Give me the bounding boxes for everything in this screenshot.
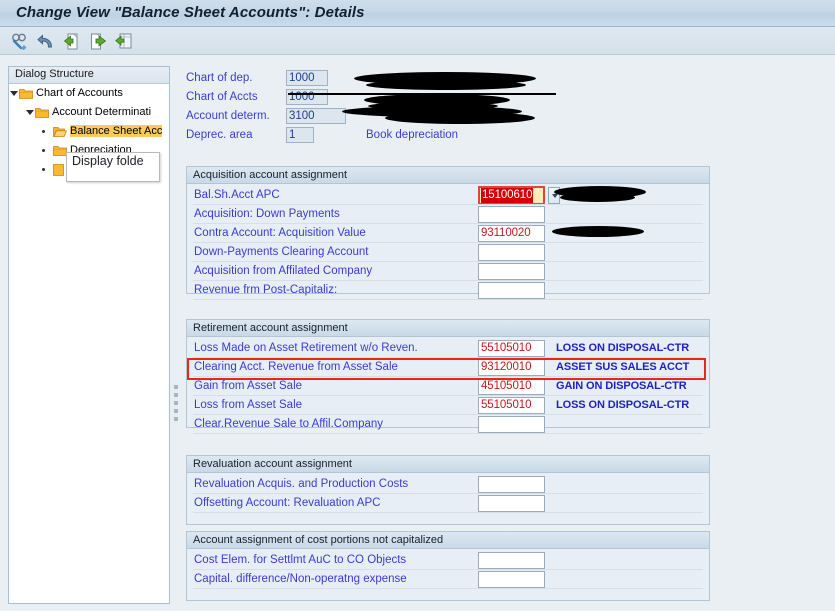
field-input[interactable] bbox=[478, 206, 545, 223]
header-field-label: Deprec. area bbox=[186, 129, 253, 141]
header-field-value[interactable]: 1000 bbox=[286, 70, 328, 86]
sidebar-item-account-determinati[interactable]: Account Determinati bbox=[9, 104, 169, 123]
group-box: Retirement account assignment Loss Made o… bbox=[186, 319, 710, 434]
redaction-mark bbox=[385, 112, 535, 124]
page-title: Change View "Balance Sheet Accounts": De… bbox=[16, 4, 365, 21]
folder-icon bbox=[35, 107, 49, 118]
folder-icon bbox=[19, 88, 33, 99]
sidebar-item-chart-of-accounts[interactable]: Chart of Accounts bbox=[9, 85, 169, 104]
field-input[interactable] bbox=[478, 282, 545, 299]
field-row: Revaluation Acquis. and Production Costs bbox=[187, 475, 709, 494]
chevron-down-icon[interactable] bbox=[10, 91, 18, 96]
bullet-icon bbox=[42, 168, 45, 171]
field-input[interactable] bbox=[478, 244, 545, 261]
group-box: Account assignment of cost portions not … bbox=[186, 531, 710, 601]
folder-icon bbox=[53, 145, 67, 156]
copy-as-icon[interactable] bbox=[113, 31, 135, 52]
header-field-value[interactable]: 3100 bbox=[286, 108, 346, 124]
field-label: Loss from Asset Sale bbox=[194, 399, 303, 411]
group-title: Retirement account assignment bbox=[187, 320, 709, 337]
field-label: Down-Payments Clearing Account bbox=[194, 246, 369, 258]
field-row: Loss Made on Asset Retirement w/o Reven.… bbox=[187, 339, 709, 358]
field-input[interactable]: 93120010 bbox=[478, 359, 545, 376]
chevron-down-icon[interactable] bbox=[26, 110, 34, 115]
field-row: Offsetting Account: Revaluation APC bbox=[187, 494, 709, 513]
field-label: Gain from Asset Sale bbox=[194, 380, 303, 392]
field-row: Acquisition from Affilated Company bbox=[187, 262, 709, 281]
field-label: Contra Account: Acquisition Value bbox=[194, 227, 366, 239]
field-input[interactable]: 55105010 bbox=[478, 397, 545, 414]
field-input[interactable] bbox=[478, 263, 545, 280]
field-row: Gain from Asset Sale 45105010 GAIN ON DISP… bbox=[187, 377, 709, 396]
field-row: Loss from Asset Sale 55105010 LOSS ON DISP… bbox=[187, 396, 709, 415]
redaction-mark bbox=[560, 193, 635, 202]
field-label: Cost Elem. for Settlmt AuC to CO Objects bbox=[194, 554, 407, 566]
field-row: Down-Payments Clearing Account bbox=[187, 243, 709, 262]
field-row: Revenue frm Post-Capitaliz: bbox=[187, 281, 709, 300]
group-box: Revaluation account assignment Revaluatio… bbox=[186, 455, 710, 525]
bullet-icon bbox=[42, 130, 45, 133]
header-field-row: Deprec. area 1 Book depreciation bbox=[186, 127, 526, 146]
redaction-mark bbox=[366, 80, 526, 90]
field-label: Clear.Revenue Sale to Affil.Company bbox=[194, 418, 384, 430]
header-field-label: Chart of Accts bbox=[186, 91, 258, 103]
field-label: Offsetting Account: Revaluation APC bbox=[194, 497, 381, 509]
sidebar-item-label: Balance Sheet Acc bbox=[70, 125, 163, 137]
field-input[interactable]: 93110020 bbox=[478, 225, 545, 242]
selected-text: 15100610 bbox=[481, 188, 534, 203]
field-label: Acquisition from Affilated Company bbox=[194, 265, 373, 277]
field-input[interactable] bbox=[478, 495, 545, 512]
redaction-mark bbox=[552, 226, 644, 237]
field-input[interactable] bbox=[478, 571, 545, 588]
check-entries-icon[interactable] bbox=[9, 31, 31, 52]
field-input[interactable] bbox=[478, 476, 545, 493]
field-row: Cost Elem. for Settlmt AuC to CO Objects bbox=[187, 551, 709, 570]
field-row: Clearing Acct. Revenue from Asset Sale 93… bbox=[187, 358, 709, 380]
group-title: Account assignment of cost portions not … bbox=[187, 532, 709, 549]
header-field-label: Account determ. bbox=[186, 110, 270, 122]
dialog-structure-header: Dialog Structure bbox=[9, 67, 169, 84]
header-field-label: Chart of dep. bbox=[186, 72, 253, 84]
field-input[interactable]: 15100610 bbox=[478, 186, 545, 205]
header-field-value[interactable]: 1000 bbox=[286, 89, 328, 105]
field-input[interactable]: 45105010 bbox=[478, 378, 545, 395]
header-field-note: Book depreciation bbox=[366, 129, 459, 141]
sidebar-item-label: Chart of Accounts bbox=[36, 87, 123, 99]
field-label: Clearing Acct. Revenue from Asset Sale bbox=[194, 361, 398, 373]
folder-icon bbox=[53, 164, 67, 176]
dialog-structure-panel: Dialog Structure Chart of Accounts Accoun… bbox=[8, 66, 170, 604]
field-description: LOSS ON DISPOSAL-CTR bbox=[556, 342, 690, 354]
field-row: Clear.Revenue Sale to Affil.Company bbox=[187, 415, 709, 434]
field-description: LOSS ON DISPOSAL-CTR bbox=[556, 399, 690, 411]
field-label: Revenue frm Post-Capitaliz: bbox=[194, 284, 338, 296]
next-entry-icon[interactable] bbox=[87, 31, 109, 52]
field-row: Capital. difference/Non-operatng expense bbox=[187, 570, 709, 589]
sidebar-item-balance-sheet-acc[interactable]: Balance Sheet Acc bbox=[9, 123, 169, 142]
field-row: Acquisition: Down Payments bbox=[187, 205, 709, 224]
panel-splitter-handle[interactable] bbox=[174, 385, 180, 425]
header-field-value[interactable]: 1 bbox=[286, 127, 314, 143]
field-label: Acquisition: Down Payments bbox=[194, 208, 340, 220]
field-description: GAIN ON DISPOSAL-CTR bbox=[556, 380, 687, 392]
field-label: Bal.Sh.Acct APC bbox=[194, 189, 280, 201]
field-label: Revaluation Acquis. and Production Costs bbox=[194, 478, 409, 490]
undo-icon[interactable] bbox=[35, 31, 57, 52]
group-title: Acquisition account assignment bbox=[187, 167, 709, 184]
previous-entry-icon[interactable] bbox=[61, 31, 83, 52]
sidebar-item-label: Account Determinati bbox=[52, 106, 152, 118]
tooltip-text: Display folde bbox=[72, 154, 144, 168]
open-folder-icon bbox=[53, 126, 68, 137]
group-title: Revaluation account assignment bbox=[187, 456, 709, 473]
bullet-icon bbox=[42, 149, 45, 152]
field-description: ASSET SUS SALES ACCT bbox=[556, 361, 690, 373]
sap-screen: Change View "Balance Sheet Accounts": De… bbox=[0, 0, 835, 611]
field-input[interactable] bbox=[478, 552, 545, 569]
field-input[interactable] bbox=[478, 416, 545, 433]
field-input[interactable]: 55105010 bbox=[478, 340, 545, 357]
field-label: Loss Made on Asset Retirement w/o Reven. bbox=[194, 342, 418, 354]
application-toolbar bbox=[0, 27, 835, 55]
window-title-bar: Change View "Balance Sheet Accounts": De… bbox=[0, 0, 835, 27]
tooltip-display-folder: Display folde bbox=[66, 152, 160, 182]
field-label: Capital. difference/Non-operatng expense bbox=[194, 573, 407, 585]
